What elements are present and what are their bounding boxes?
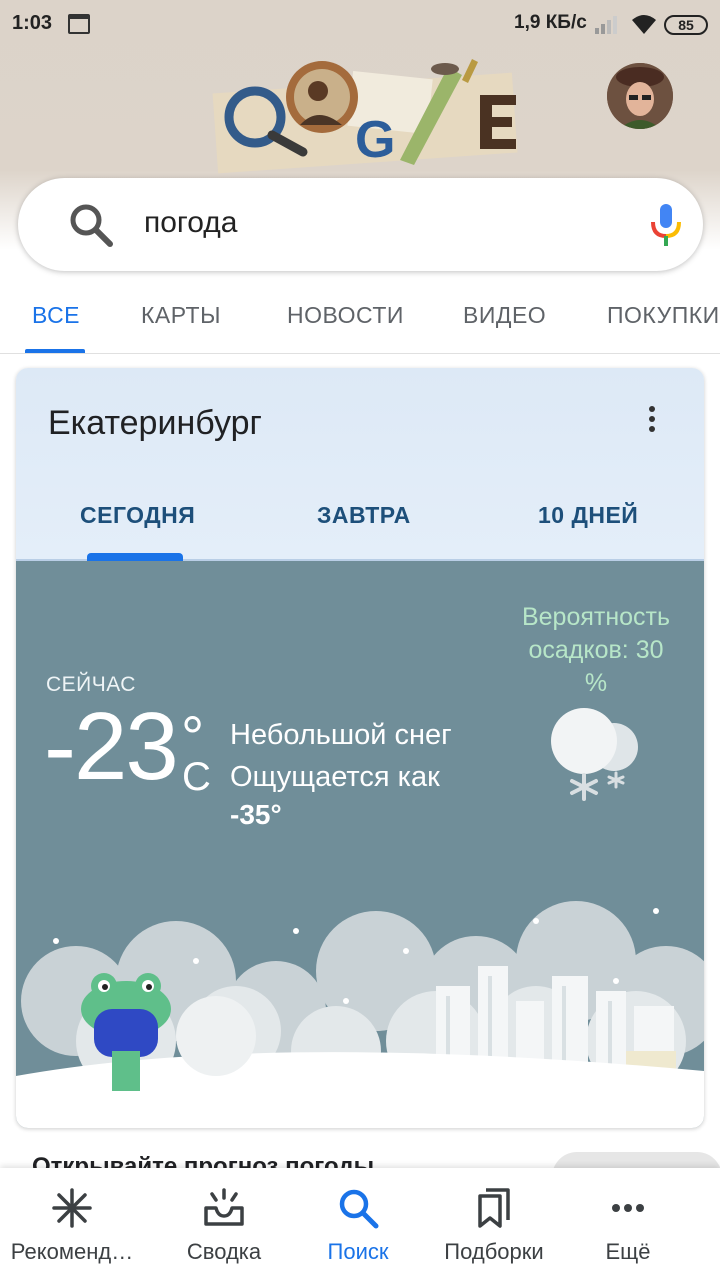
search-input[interactable]: погода	[144, 206, 237, 240]
google-doodle[interactable]: G	[200, 55, 530, 180]
avatar[interactable]	[607, 63, 673, 129]
precipitation-line-1: Вероятность	[521, 603, 671, 631]
calendar-icon	[68, 14, 90, 34]
nav-summary[interactable]: Сводка	[152, 1168, 296, 1280]
search-bar[interactable]: погода	[18, 178, 703, 271]
weather-card: Екатеринбург СЕГОДНЯ ЗАВТРА 10 ДНЕЙ СЕЙЧ…	[16, 368, 704, 1128]
tab-video[interactable]: ВИДЕО	[463, 302, 546, 329]
weather-condition: Небольшой снег	[230, 719, 452, 751]
bookmarks-icon	[478, 1188, 510, 1228]
more-horizontal-icon	[612, 1204, 644, 1212]
more-vertical-icon[interactable]	[646, 406, 658, 436]
nav-label: Сводка	[186, 1239, 262, 1264]
active-tab-indicator	[25, 349, 85, 353]
sparkle-icon	[52, 1188, 92, 1228]
mic-icon[interactable]	[648, 200, 684, 250]
nav-recommendations[interactable]: Рекоменд…	[0, 1168, 144, 1280]
weather-card-header: Екатеринбург СЕГОДНЯ ЗАВТРА 10 ДНЕЙ	[16, 368, 704, 561]
light-snow-icon	[551, 708, 638, 801]
tab-10-days[interactable]: 10 ДНЕЙ	[538, 502, 638, 529]
nav-search[interactable]: Поиск	[286, 1168, 430, 1280]
promo-text: Открывайте прогноз погоды	[32, 1153, 375, 1169]
tab-news[interactable]: НОВОСТИ	[287, 302, 404, 329]
svg-text:G: G	[355, 111, 395, 169]
tab-maps[interactable]: КАРТЫ	[141, 302, 221, 329]
wifi-icon	[632, 15, 656, 34]
nav-collections[interactable]: Подборки	[422, 1168, 566, 1280]
network-speed: 1,9 КБ/с	[514, 12, 587, 33]
current-temperature: -23	[44, 693, 179, 800]
nav-label: Подборки	[444, 1239, 544, 1264]
precipitation-line-3: %	[584, 669, 608, 697]
weather-active-tab-indicator	[87, 553, 183, 561]
temperature-unit: C	[182, 755, 211, 799]
precipitation-line-2: осадков: 30	[528, 636, 664, 664]
tab-shopping[interactable]: ПОКУПКИ	[607, 302, 720, 329]
weather-city: Екатеринбург	[48, 404, 262, 442]
nav-label: Поиск	[327, 1239, 389, 1264]
feels-like-value: -35°	[230, 799, 282, 830]
nav-more[interactable]: Ещё	[556, 1168, 700, 1280]
search-icon	[339, 1189, 379, 1229]
status-time: 1:03	[12, 12, 53, 34]
bottom-navigation: Рекоменд… Сводка Поиск Подборки Ещё	[0, 1168, 720, 1280]
tab-all[interactable]: ВСЕ	[32, 302, 80, 329]
nav-label: Рекоменд…	[10, 1239, 134, 1264]
weather-current: СЕЙЧАС -23 ° C Небольшой снег Ощущается …	[16, 561, 704, 1128]
signal-icon	[595, 16, 617, 34]
nav-label: Ещё	[605, 1239, 651, 1264]
status-bar: 1:03 1,9 КБ/с 85	[0, 0, 720, 50]
search-icon[interactable]	[68, 202, 114, 248]
battery-icon: 85	[664, 15, 708, 35]
search-tabs: ВСЕ КАРТЫ НОВОСТИ ВИДЕО ПОКУПКИ	[0, 290, 720, 354]
feels-like-label: Ощущается как	[230, 761, 440, 793]
weather-illustration	[16, 901, 704, 1128]
tab-today[interactable]: СЕГОДНЯ	[80, 502, 195, 529]
precipitation-chance: Вероятность осадков: 30 %	[506, 601, 686, 700]
inbox-icon	[204, 1188, 244, 1226]
tab-tomorrow[interactable]: ЗАВТРА	[317, 502, 411, 529]
